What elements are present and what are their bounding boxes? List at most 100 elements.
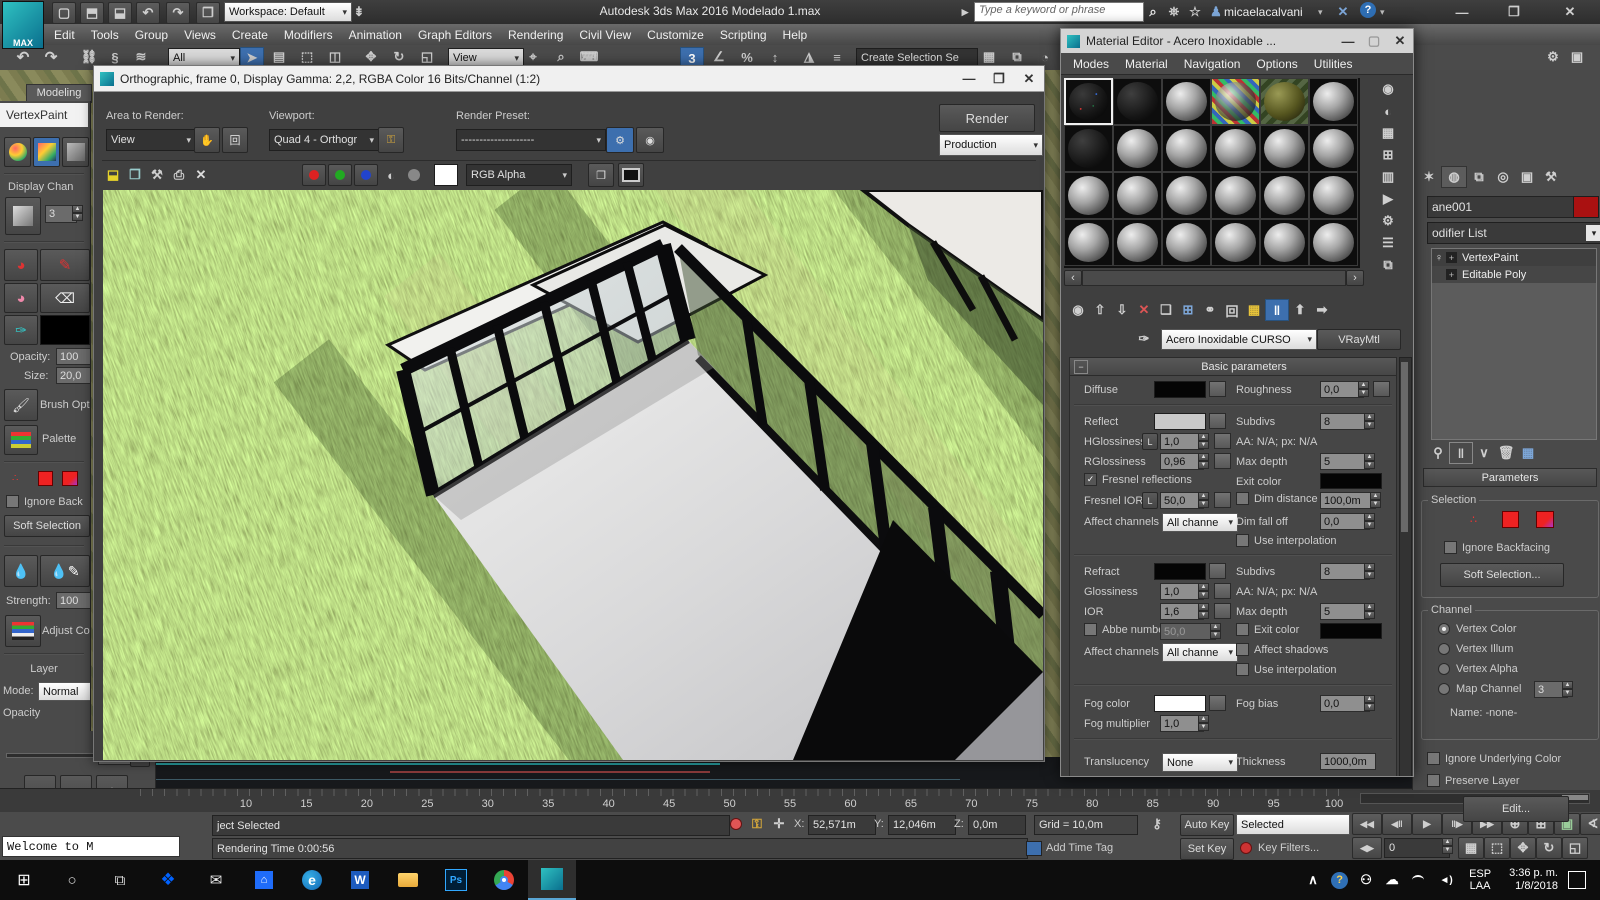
modifier-list-arrow-icon[interactable]: ▾	[1586, 225, 1600, 241]
display-channel-spinner[interactable]: ▲ ▼	[72, 205, 83, 221]
maxscript-mini-listener[interactable]: Welcome to M	[2, 836, 180, 857]
edge-icon[interactable]: e	[288, 860, 336, 900]
color-tune-button[interactable]	[618, 163, 644, 187]
use-center-icon[interactable]	[522, 47, 544, 67]
affect-shadows-check[interactable]: Affect shadows	[1236, 643, 1328, 656]
diffuse-map-button[interactable]	[1209, 381, 1226, 397]
alpha-channel-button[interactable]	[408, 169, 420, 181]
task-view-icon[interactable]: ⧉	[96, 860, 144, 900]
rfw-minimize-button[interactable]	[954, 69, 984, 89]
notification-center-icon[interactable]	[1568, 871, 1586, 889]
me-close-button[interactable]	[1387, 31, 1413, 51]
menu-create[interactable]: Create	[224, 26, 276, 44]
save-image-icon[interactable]	[102, 165, 124, 185]
modifier-list-dropdown[interactable]: odifier List ▾	[1427, 222, 1600, 244]
checkbox-icon[interactable]	[1427, 774, 1440, 787]
fetch-icon[interactable]	[196, 2, 220, 24]
affect-channels-dropdown[interactable]: All channe ▾	[1162, 513, 1238, 532]
material-slot[interactable]	[1064, 125, 1113, 172]
menu-animation[interactable]: Animation	[341, 26, 410, 44]
fog-multiplier-spinner[interactable]: ▲ ▼	[1198, 715, 1209, 731]
show-map-in-viewport-icon[interactable]	[1243, 300, 1265, 320]
material-slot[interactable]	[1211, 125, 1260, 172]
pick-material-eyedropper-icon[interactable]	[1133, 329, 1155, 349]
material-slot[interactable]	[1064, 78, 1113, 125]
material-slot[interactable]	[1260, 78, 1309, 125]
paint-all-button[interactable]: ◕	[4, 249, 38, 281]
hglossiness-map-button[interactable]	[1214, 433, 1231, 449]
abbe-number-spinner[interactable]: ▲ ▼	[1210, 623, 1221, 639]
pan-icon[interactable]	[1510, 837, 1536, 859]
menu-graph-editors[interactable]: Graph Editors	[410, 26, 500, 44]
remove-modifier-icon[interactable]	[1495, 443, 1517, 463]
me-options-icon[interactable]	[1377, 210, 1399, 232]
select-by-material-icon[interactable]	[1377, 232, 1399, 254]
soft-selection-button[interactable]: Soft Selection	[4, 515, 90, 537]
ior-spinner[interactable]: ▲ ▼	[1198, 603, 1209, 619]
me-menu-options[interactable]: Options	[1248, 55, 1305, 73]
edit-button[interactable]: Edit...	[1463, 796, 1569, 822]
hierarchy-tab-icon[interactable]	[1467, 167, 1491, 187]
checkbox-icon[interactable]	[1236, 534, 1249, 547]
roughness-spinner[interactable]: ▲ ▼	[1358, 381, 1369, 397]
exit-color-swatch[interactable]	[1320, 473, 1382, 489]
menu-rendering[interactable]: Rendering	[500, 26, 571, 44]
map-channel-radio[interactable]: Map Channel	[1438, 683, 1521, 695]
region-zoom-icon[interactable]	[1484, 837, 1510, 859]
material-slot[interactable]	[1260, 219, 1309, 266]
max-depth-field[interactable]: 5	[1320, 453, 1370, 470]
checkbox-icon[interactable]	[1084, 623, 1097, 636]
radio-selected-icon[interactable]	[1438, 623, 1450, 635]
open-file-icon[interactable]	[80, 2, 104, 24]
translucency-dropdown[interactable]: None ▾	[1162, 753, 1238, 772]
material-slot[interactable]	[1064, 219, 1113, 266]
visibility-bulb-icon[interactable]: ♀	[1432, 252, 1446, 264]
x-coordinate-field[interactable]: 52,571m	[808, 815, 876, 835]
current-frame-field[interactable]: 0	[1384, 838, 1450, 858]
refract-subdivs-field[interactable]: 8	[1320, 563, 1370, 580]
rendered-image[interactable]	[103, 190, 1043, 760]
material-slot[interactable]	[1162, 125, 1211, 172]
material-slot[interactable]	[1113, 125, 1162, 172]
rglossiness-spinner[interactable]: ▲ ▼	[1198, 453, 1209, 469]
store-icon[interactable]: ⌂	[240, 860, 288, 900]
me-titlebar[interactable]: Material Editor - Acero Inoxidable ...	[1061, 29, 1413, 53]
clone-window-icon[interactable]	[146, 165, 168, 185]
bind-spacewarp-icon[interactable]	[130, 47, 152, 67]
hglossiness-lock-button[interactable]: L	[1142, 433, 1158, 450]
selection-set-keying-dropdown[interactable]: Selected	[1236, 814, 1350, 835]
menu-tools[interactable]: Tools	[83, 26, 127, 44]
render-preset-dropdown[interactable]: -------------------- ▾	[456, 129, 606, 151]
red-channel-button[interactable]	[302, 164, 326, 186]
sample-type-icon[interactable]	[1377, 78, 1399, 100]
vertex-illum-radio[interactable]: Vertex Illum	[1438, 643, 1513, 655]
me-minimize-button[interactable]	[1335, 31, 1361, 51]
material-id-icon[interactable]	[1199, 300, 1221, 320]
search-expand-icon[interactable]	[958, 2, 972, 22]
blur-all-button[interactable]: 💧	[4, 555, 38, 587]
material-editor-icon[interactable]	[1034, 47, 1056, 67]
rollout-collapse-icon[interactable]: −	[1074, 359, 1088, 374]
radio-icon[interactable]	[1438, 643, 1450, 655]
thickness-field[interactable]: 1000,0m	[1320, 753, 1376, 770]
reset-material-icon[interactable]	[1133, 300, 1155, 320]
3dsmax-taskbar-icon[interactable]	[528, 860, 576, 900]
exchange-icon[interactable]	[1332, 2, 1354, 22]
timeline-ruler[interactable]: 10 15 20 25 30 35 40 45 50 55 60 65 70 75 80 85 90 95 100	[0, 788, 1600, 814]
sample-background-icon[interactable]	[1377, 122, 1399, 144]
slots-scroll-right-button[interactable]: ›	[1346, 270, 1364, 286]
slots-scrollbar[interactable]	[1082, 270, 1346, 286]
render-setup-button[interactable]: ⚙	[606, 127, 634, 153]
refract-max-depth-field[interactable]: 5	[1320, 603, 1370, 620]
me-menu-navigation[interactable]: Navigation	[1176, 55, 1249, 73]
select-scale-icon[interactable]	[416, 47, 438, 67]
show-end-result-stack-icon[interactable]	[1449, 442, 1473, 464]
assign-to-selection-icon[interactable]	[1111, 300, 1133, 320]
angle-snap-icon[interactable]	[708, 47, 730, 67]
mono-channel-icon[interactable]	[380, 165, 402, 185]
vertex-color-display-shaded-button[interactable]	[33, 137, 60, 167]
diffuse-color-swatch[interactable]	[1154, 381, 1206, 398]
checkbox-icon[interactable]	[1236, 643, 1249, 656]
me-menu-material[interactable]: Material	[1117, 55, 1176, 73]
wifi-icon[interactable]	[1405, 870, 1431, 890]
